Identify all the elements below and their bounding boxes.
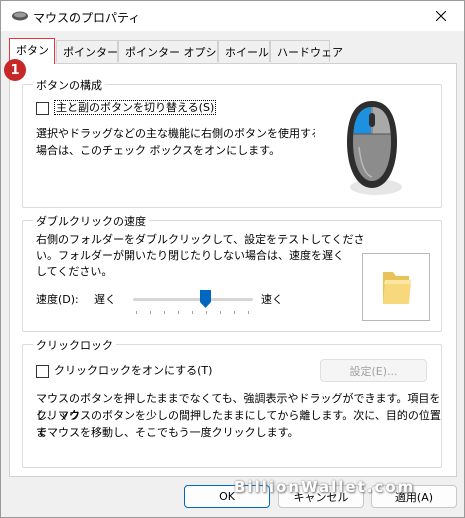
test-folder[interactable] [362, 253, 430, 321]
slider-tick [220, 311, 221, 314]
fast-label: 速く [261, 293, 283, 306]
mouse-left-button-highlight-icon [347, 101, 402, 195]
tab-wheel[interactable]: ホイール [218, 40, 270, 62]
swap-buttons-checkbox[interactable] [36, 102, 49, 115]
click-lock-label[interactable]: クリックロックをオンにする(T) [54, 362, 212, 379]
mouse-illustration [315, 87, 429, 203]
tab-label: ホイール [225, 46, 269, 59]
click-lock-description-3: でマウスを移動し、そこでもう一度クリックします。 [36, 426, 299, 439]
close-icon [436, 11, 446, 21]
window-title: マウスのプロパティ [33, 11, 141, 25]
slider-tick [150, 311, 151, 314]
tab-hardware[interactable]: ハードウェア [270, 40, 343, 62]
mouse-app-icon [12, 11, 28, 21]
slider-tick [136, 311, 137, 314]
slider-thumb[interactable] [199, 290, 211, 308]
double-click-description-1: 右側のフォルダーをダブルクリックして、設定をテストしてくださ [36, 233, 365, 246]
folder-icon [383, 272, 411, 304]
button-config-description-1: 選択やドラッグなどの主な機能に右側のボタンを使用する [36, 127, 322, 140]
slider-tick [178, 311, 179, 314]
group-legend: ボタンの構成 [33, 77, 105, 93]
button-label: OK [219, 490, 235, 503]
click-lock-group: クリックロック クリックロックをオンにする(T) 設定(E)... マウスのボタ… [22, 337, 442, 468]
click-lock-checkbox[interactable] [36, 365, 49, 378]
slow-label: 遅く [94, 293, 116, 306]
double-click-description-3: してください。 [36, 265, 113, 278]
swap-buttons-label-text: 主と副のボタンを切り替える(S) [54, 100, 217, 115]
double-click-speed-group: ダブルクリックの速度 右側のフォルダーをダブルクリックして、設定をテストしてくだ… [22, 213, 442, 332]
button-config-description-2: 場合は、このチェック ボックスをオンにします。 [36, 144, 281, 157]
button-label: 設定(E)... [349, 364, 398, 378]
tab-pointer-options[interactable]: ポインター オプション [118, 40, 239, 62]
speed-label: 速度(D): [36, 293, 79, 306]
tab-label: ハードウェア [277, 46, 343, 59]
slider-tick [164, 311, 165, 314]
tab-strip: ボタン ポインター ポインター オプション ホイール ハードウェア [9, 38, 459, 64]
title-bar: マウスのプロパティ [1, 1, 464, 31]
tab-panel: ボタンの構成 主と副のボタンを切り替える(S) 選択やドラッグなどの主な機能に右… [9, 63, 457, 477]
slider-tick [234, 311, 235, 314]
button-config-group: ボタンの構成 主と副のボタンを切り替える(S) 選択やドラッグなどの主な機能に右… [22, 77, 442, 208]
mouse-properties-window: マウスのプロパティ ボタン ポインター ポインター オプション ホイール ハード… [0, 0, 465, 518]
slider-tick [206, 311, 207, 314]
group-legend: ダブルクリックの速度 [33, 213, 149, 229]
slider-track [133, 298, 253, 301]
swap-buttons-label: 主と副のボタンを切り替える(S) [54, 99, 217, 116]
close-button[interactable] [418, 1, 464, 31]
tab-label: ポインター [63, 46, 118, 59]
tab-pointers[interactable]: ポインター [56, 40, 118, 62]
tab-label: ボタン [16, 44, 49, 57]
step-badge: 1 [4, 59, 26, 81]
double-click-description-2: い。フォルダーが開いたり閉じたりしない場合は、速度を遅く [36, 249, 344, 262]
click-lock-settings-button[interactable]: 設定(E)... [320, 359, 427, 382]
slider-tick [192, 311, 193, 314]
watermark: BillionWallet.com [234, 478, 416, 496]
slider-tick [248, 311, 249, 314]
speed-slider[interactable] [131, 287, 255, 315]
group-legend: クリックロック [33, 337, 116, 353]
